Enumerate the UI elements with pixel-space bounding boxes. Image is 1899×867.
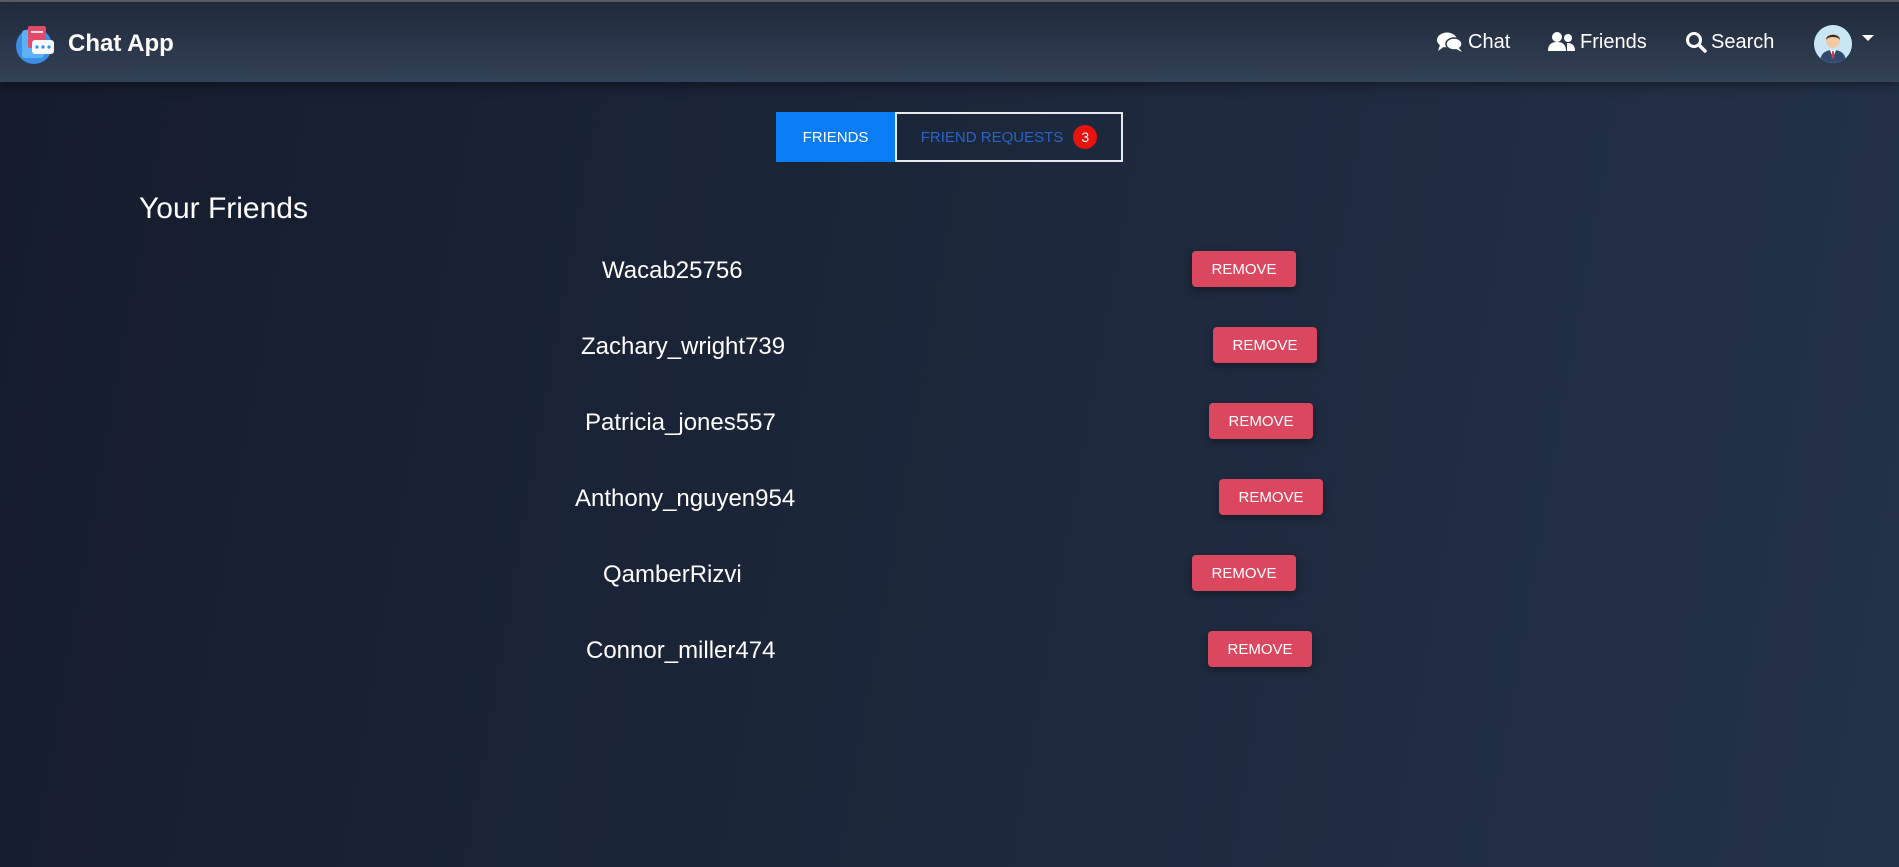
nav-search-label: Search	[1711, 30, 1775, 53]
nav-chat-link[interactable]: Chat	[1436, 24, 1510, 60]
friend-name: Wacab25756	[602, 257, 743, 284]
list-item: Wacab25756 REMOVE	[0, 251, 1899, 291]
tab-friends[interactable]: FRIENDS	[776, 112, 895, 162]
friend-name: QamberRizvi	[603, 561, 742, 588]
search-icon	[1686, 32, 1707, 53]
remove-friend-button[interactable]: REMOVE	[1208, 631, 1312, 667]
app-name: Chat App	[68, 30, 174, 57]
tab-friend-requests[interactable]: FRIEND REQUESTS 3	[895, 112, 1123, 162]
list-item: Patricia_jones557 REMOVE	[0, 403, 1899, 443]
chat-icon	[1437, 32, 1463, 52]
chevron-down-icon	[1862, 35, 1874, 41]
page-title: Your Friends	[139, 192, 308, 225]
friend-name: Connor_miller474	[586, 637, 776, 664]
list-item: Connor_miller474 REMOVE	[0, 631, 1899, 671]
friend-name: Anthony_nguyen954	[575, 485, 796, 512]
brand[interactable]: Chat App	[14, 22, 174, 66]
list-item: Zachary_wright739 REMOVE	[0, 327, 1899, 367]
list-item: QamberRizvi REMOVE	[0, 555, 1899, 595]
nav-search-link[interactable]: Search	[1685, 24, 1774, 60]
remove-friend-button[interactable]: REMOVE	[1209, 403, 1313, 439]
remove-friend-button[interactable]: REMOVE	[1219, 479, 1323, 515]
remove-friend-button[interactable]: REMOVE	[1192, 251, 1296, 287]
list-item: Anthony_nguyen954 REMOVE	[0, 479, 1899, 519]
friend-name: Patricia_jones557	[585, 409, 776, 436]
top-navbar: Chat App Chat Friends Search	[0, 2, 1899, 82]
friend-name: Zachary_wright739	[581, 333, 786, 360]
nav-chat-label: Chat	[1468, 30, 1511, 53]
nav-friends-link[interactable]: Friends	[1548, 24, 1647, 60]
users-icon	[1548, 32, 1575, 51]
friend-requests-count-badge: 3	[1073, 125, 1098, 149]
remove-friend-button[interactable]: REMOVE	[1192, 555, 1296, 591]
nav-friends-label: Friends	[1580, 30, 1647, 53]
tab-friend-requests-label: FRIEND REQUESTS	[920, 128, 1064, 146]
avatar	[1814, 25, 1852, 63]
chat-app-logo-icon	[14, 22, 58, 66]
remove-friend-button[interactable]: REMOVE	[1213, 327, 1317, 363]
user-menu-toggle[interactable]	[1814, 24, 1874, 64]
tab-friends-label: FRIENDS	[802, 128, 869, 146]
friends-tabs: FRIENDS FRIEND REQUESTS 3	[776, 112, 1123, 162]
